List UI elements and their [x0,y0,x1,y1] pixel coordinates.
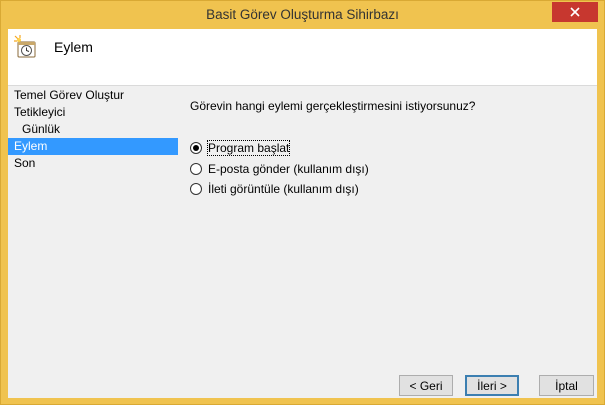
wizard-header: Eylem [8,29,597,86]
option-program-baslat[interactable]: Program başlat [190,140,291,156]
task-scheduler-icon [14,35,36,58]
wizard-window: Basit Görev Oluşturma Sihirbazı Eylem Te… [0,0,605,405]
option-ileti-goruntule[interactable]: İleti görüntüle (kullanım dışı) [190,181,359,197]
next-button[interactable]: İleri > [465,375,519,396]
close-button[interactable] [552,2,598,22]
step-gunluk[interactable]: Günlük [8,121,178,138]
radio-eposta-gonder[interactable] [190,163,202,175]
close-icon [570,7,580,17]
radio-selected-dot [193,145,199,151]
radio-ileti-goruntule[interactable] [190,183,202,195]
window-title: Basit Görev Oluşturma Sihirbazı [206,7,399,22]
step-temel-gorev-olustur[interactable]: Temel Görev Oluştur [8,87,178,104]
question-label: Görevin hangi eylemi gerçekleştirmesini … [190,99,476,113]
wizard-client-area: Eylem Temel Görev Oluştur Tetikleyici Gü… [8,29,597,398]
cancel-button[interactable]: İptal [539,375,594,396]
step-eylem[interactable]: Eylem [8,138,178,155]
back-button[interactable]: < Geri [399,375,453,396]
title-bar[interactable]: Basit Görev Oluşturma Sihirbazı [1,1,604,29]
wizard-steps-sidebar: Temel Görev Oluştur Tetikleyici Günlük E… [8,87,180,398]
step-son[interactable]: Son [8,155,178,172]
radio-program-baslat[interactable] [190,142,202,154]
step-tetikleyici[interactable]: Tetikleyici [8,104,178,121]
option-label: İleti görüntüle (kullanım dışı) [208,182,359,196]
option-label: E-posta gönder (kullanım dışı) [208,162,369,176]
option-eposta-gonder[interactable]: E-posta gönder (kullanım dışı) [190,161,369,177]
option-label: Program başlat [206,140,291,156]
page-title: Eylem [54,39,93,55]
